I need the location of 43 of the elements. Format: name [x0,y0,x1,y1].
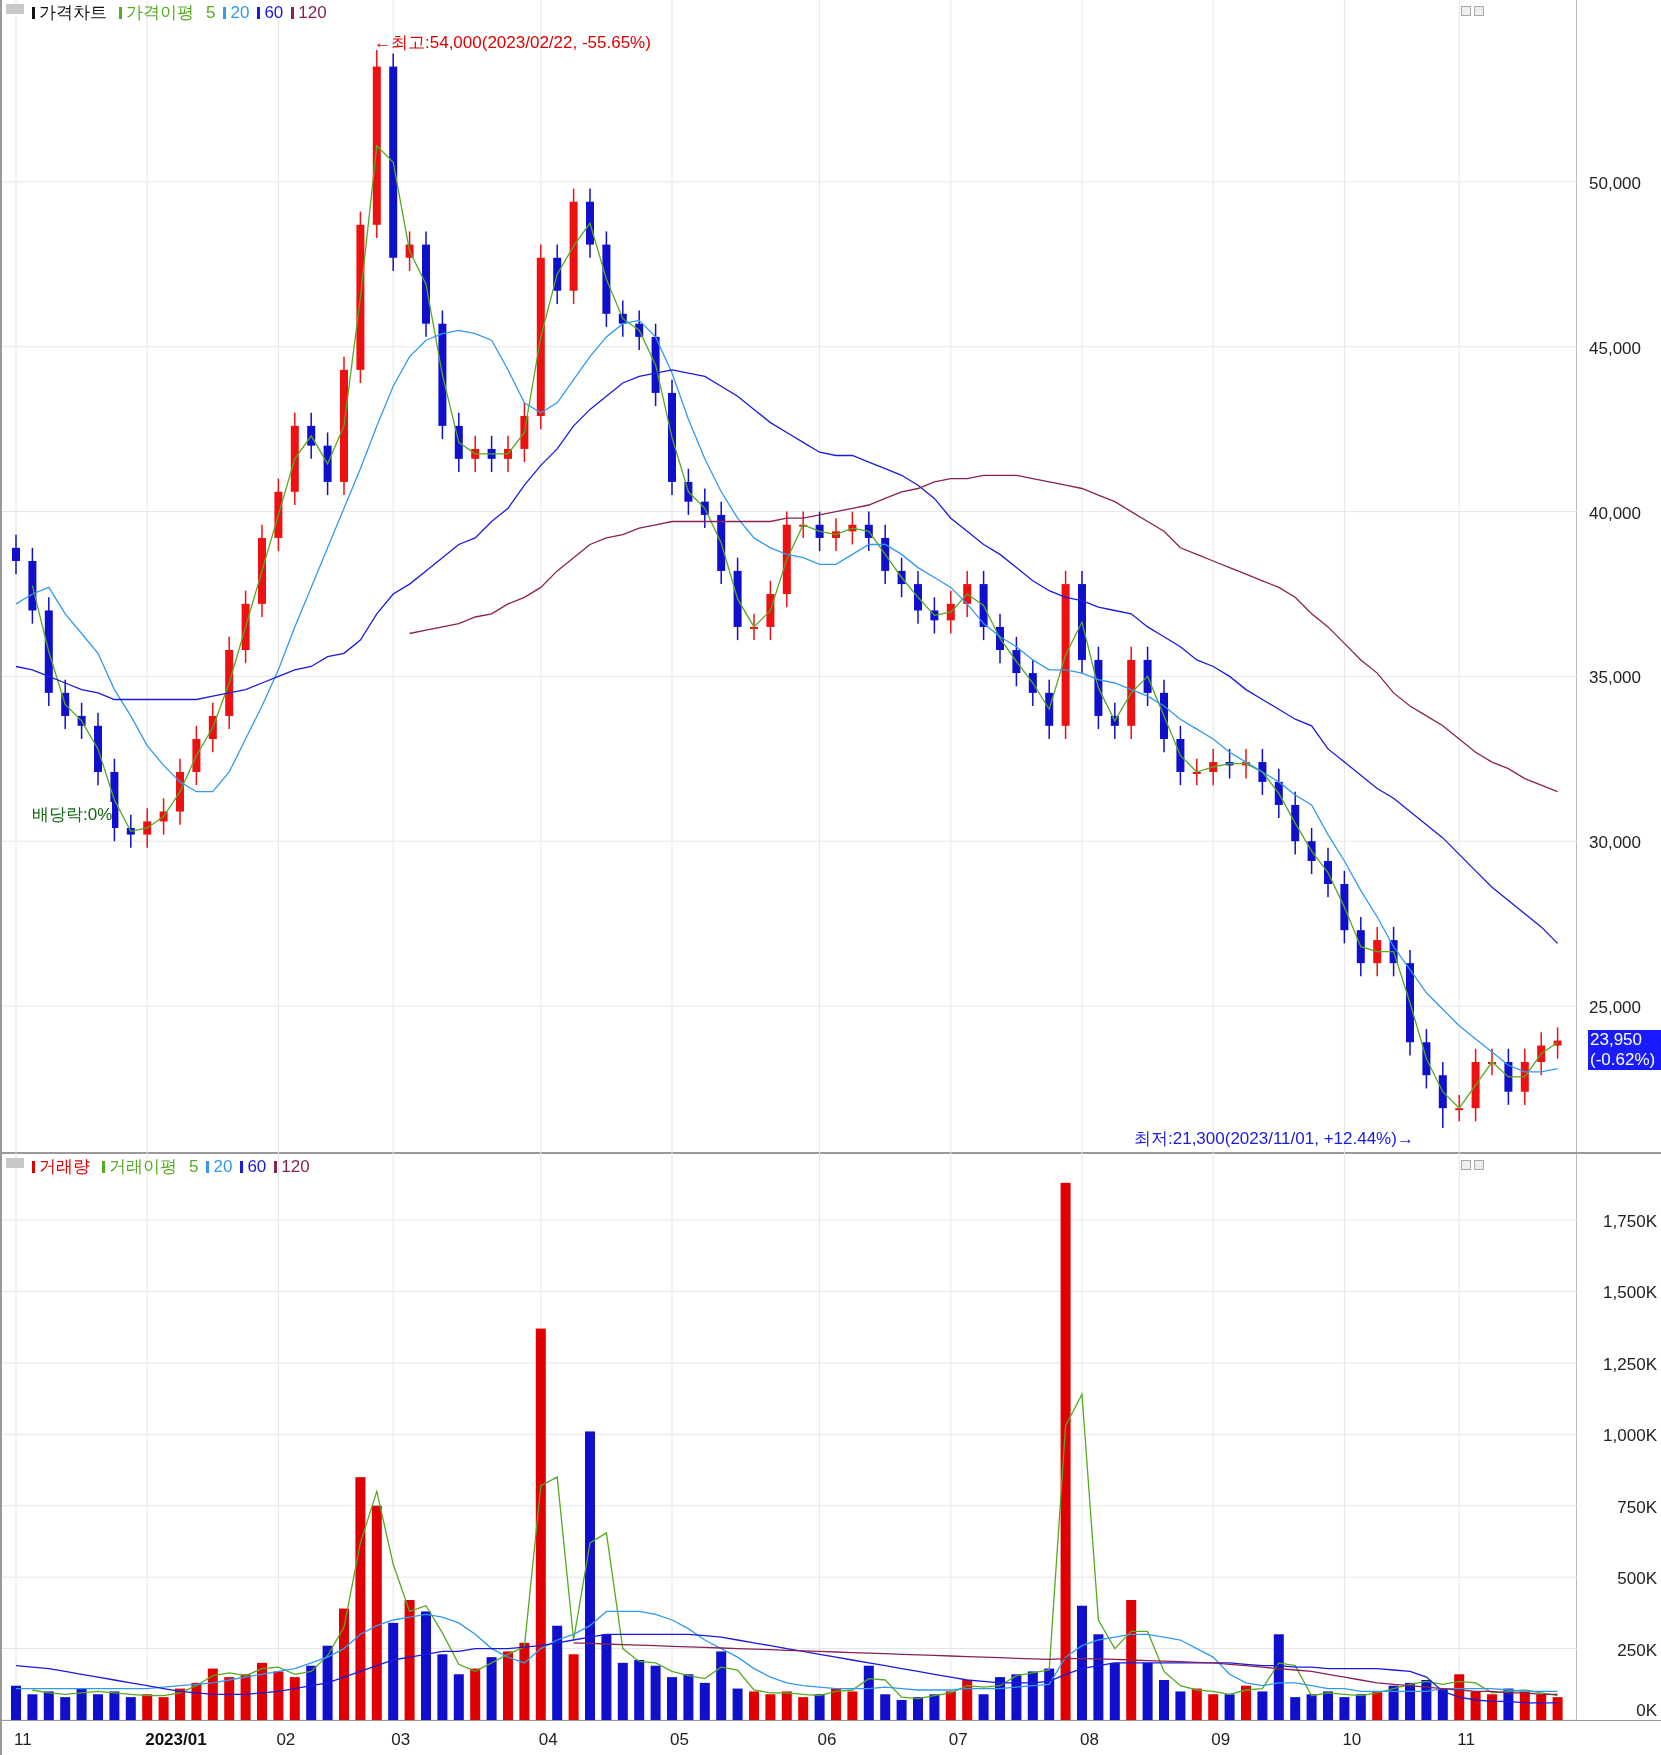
axis-label: 1,250K [1603,1353,1657,1376]
date-axis-label: 11 [1457,1729,1475,1751]
axis-label: 1,750K [1603,1211,1657,1233]
price-change: (-0.62%) [1590,1050,1657,1070]
date-axis-label: 10 [1342,1729,1362,1751]
legend-label: 120 [298,4,327,21]
axis-label: 35,000 [1589,667,1641,690]
dividend-annotation: 배당락:0% [32,802,113,828]
date-axis-label: 2023/01 [145,1729,207,1751]
date-axis-label: 06 [817,1729,837,1751]
date-axis-label: 11 [14,1729,32,1751]
date-axis-label: 04 [538,1729,558,1751]
low-price-annotation: 최저:21,300(2023/11/01, +12.44%)→ [1134,1128,1414,1150]
legend-label: 거래이평 [109,1158,177,1175]
axis-label: 750K [1617,1496,1657,1519]
legend-label: 120 [281,1158,310,1175]
current-price: 23,950 [1590,1030,1643,1050]
date-axis-label: 03 [391,1729,411,1751]
legend-label: 5 [189,1158,199,1175]
legend-label: 60 [264,4,284,21]
axis-label: 50,000 [1589,172,1641,195]
axis-label: 30,000 [1589,832,1641,855]
legend-title: 거래량 [39,1158,90,1175]
date-axis-label: 09 [1211,1729,1231,1751]
axis-label: 250K [1617,1639,1657,1662]
axis-label: 1,500K [1603,1282,1657,1305]
legend-label: 5 [206,4,216,21]
date-axis-label: 07 [948,1729,968,1751]
axis-label: 40,000 [1589,502,1641,525]
axis-label: 0K [1636,1700,1657,1722]
date-axis-label: 08 [1080,1729,1099,1751]
axis-label: 500K [1617,1568,1657,1591]
axis-label: 45,000 [1589,337,1641,360]
legend-label: 20 [213,1158,233,1175]
date-axis-label: 05 [670,1729,689,1751]
legend-label: 가격이평 [126,4,194,21]
legend-title: 가격차트 [39,4,107,21]
high-price-annotation: ←최고:54,000(2023/02/22, -55.65%) [374,32,651,54]
legend-label: 60 [247,1158,267,1175]
date-axis-label: 02 [276,1729,296,1751]
axis-label: 25,000 [1589,997,1641,1019]
axis-label: 1,000K [1603,1425,1657,1448]
legend-label: 20 [230,4,250,21]
